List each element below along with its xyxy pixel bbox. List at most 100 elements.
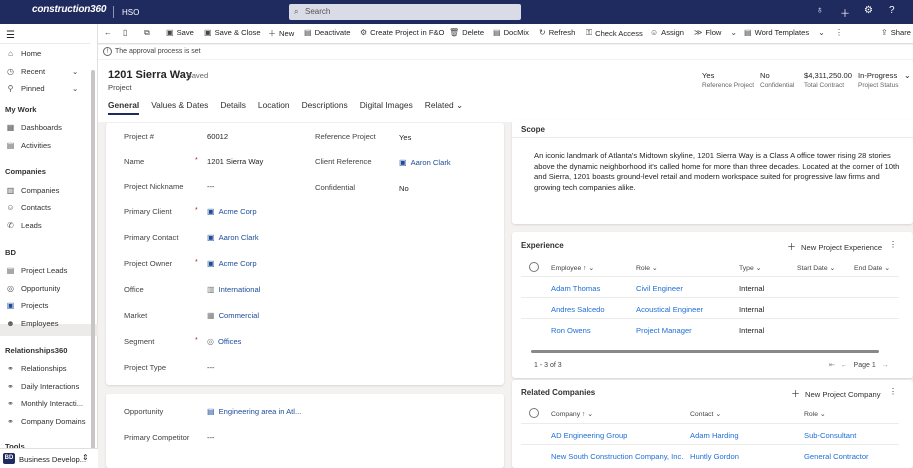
deactivate-button[interactable]: ▤ Deactivate [304,28,350,37]
employee-link[interactable]: Andres Salcedo [551,305,605,314]
nav-recent[interactable]: ◷ Recent ⌄ [6,67,78,76]
segment-lookup[interactable]: ◎ Offices [207,337,241,346]
nav-activities[interactable]: ▤ Activities [6,141,51,150]
column-header-start-date[interactable]: Start Date ⌄ [797,264,835,272]
new-project-company-button[interactable]: ＋ New Project Company [791,387,881,400]
nav-companies[interactable]: ▥ Companies [6,186,60,195]
nav-project-leads[interactable]: ▤ Project Leads [6,266,68,275]
nav-pinned[interactable]: ⚲ Pinned ⌄ [6,84,79,93]
project-owner-lookup[interactable]: ▣ Acme Corp [207,259,257,268]
form-view-button[interactable]: ▯ [123,28,127,37]
area-switcher[interactable]: BD Business Develop... ⇕ [0,448,98,468]
office-lookup[interactable]: ▥ International [207,285,260,294]
check-access-button[interactable]: ⚿ Check Access [586,28,643,38]
nav-contacts[interactable]: ☺ Contacts [6,203,51,212]
more-icon[interactable]: ⋮ [889,240,897,249]
open-new-window-button[interactable]: ⧉ [144,28,150,38]
nav-daily-interactions[interactable]: ⚭ Daily Interactions [6,382,79,391]
tab-general[interactable]: General [108,100,140,115]
employee-link[interactable]: Ron Owens [551,326,591,335]
nav-employees[interactable]: ☻ Employees [6,319,58,328]
nav-leads[interactable]: ✆ Leads [6,221,42,230]
required-indicator: * [195,259,198,266]
plus-icon[interactable]: ＋ [840,5,850,20]
nav-relationships[interactable]: ⚭ Relationships [6,364,66,373]
tab-details[interactable]: Details [220,100,246,110]
primary-client-lookup[interactable]: ▣ Acme Corp [207,207,257,216]
new-project-experience-button[interactable]: ＋ New Project Experience [787,240,882,253]
column-header-role[interactable]: Role ⌄ [804,410,826,418]
word-templates-button[interactable]: ▤ Word Templates ⌄ [744,28,825,37]
client-reference-lookup[interactable]: ▣ Aaron Clark [399,158,451,167]
clock-icon: ◷ [7,67,14,76]
delete-button[interactable]: 🗑 Delete [449,28,484,37]
assign-button[interactable]: ☺ Assign [650,28,684,37]
column-header-type[interactable]: Type ⌄ [739,264,761,272]
employee-link[interactable]: Adam Thomas [551,284,600,293]
flow-button[interactable]: ≫ Flow ⌄ [694,28,737,37]
tab-descriptions[interactable]: Descriptions [302,100,348,110]
role-link[interactable]: Acoustical Engineer [636,305,703,314]
opportunity-lookup[interactable]: ▤ Engineering area in Atl... [207,407,301,416]
column-header-contact[interactable]: Contact ⌄ [690,410,721,418]
primary-competitor-field[interactable]: --- [207,433,215,442]
project-number-field[interactable]: 60012 [207,132,228,141]
hamburger-icon[interactable]: ☰ [6,30,15,41]
more-icon[interactable]: ⋮ [889,387,897,396]
market-lookup[interactable]: ▦ Commercial [207,311,259,320]
primary-contact-lookup[interactable]: ▣ Aaron Clark [207,233,259,242]
nav-monthly-interactions[interactable]: ⚭ Monthly Interacti... [6,399,83,408]
role-link[interactable]: Project Manager [636,326,692,335]
contact-link[interactable]: Huntly Gordon [690,452,739,461]
reference-project-field[interactable]: Yes [399,133,411,142]
column-header-employee[interactable]: Employee ↑ ⌄ [551,264,594,272]
create-project-fo-button[interactable]: ⚙ Create Project in F&O [360,28,444,37]
tab-location[interactable]: Location [258,100,290,110]
save-button[interactable]: ▣ Save [166,28,194,37]
column-header-role[interactable]: Role ⌄ [636,264,658,272]
column-header-company[interactable]: Company ↑ ⌄ [551,410,593,418]
company-link[interactable]: AD Engineering Group [551,431,627,440]
confidential-field[interactable]: No [399,184,409,193]
select-all-checkbox[interactable] [529,408,539,418]
nav-scrollbar[interactable] [91,70,95,464]
record-title: 1201 Sierra Way [108,69,192,81]
nav-home[interactable]: ⌂ Home [6,49,41,58]
more-commands-button[interactable]: ⋮ [835,28,843,37]
lightbulb-icon[interactable]: ♁ [816,5,824,16]
contact-icon: ☺ [6,203,15,212]
gear-icon[interactable]: ⚙ [864,5,873,16]
field-label: Client Reference [315,157,372,166]
tab-digital-images[interactable]: Digital Images [360,100,413,110]
column-header-end-date[interactable]: End Date ⌄ [854,264,890,272]
nav-dashboards[interactable]: ▦ Dashboards [6,123,62,132]
project-type-field[interactable]: --- [207,363,215,372]
related-companies-title: Related Companies [521,388,596,397]
share-button[interactable]: ⇪ Share [881,28,911,37]
save-close-button[interactable]: ▣ Save & Close [204,28,261,37]
select-all-checkbox[interactable] [529,262,539,272]
new-button[interactable]: ＋ New [268,28,294,39]
role-link[interactable]: Sub-Consultant [804,431,856,440]
contact-link[interactable]: Adam Harding [690,431,739,440]
help-icon[interactable]: ? [889,5,895,16]
search-input[interactable]: ⌕ Search [289,4,521,20]
tab-related[interactable]: Related ⌄ [425,100,463,110]
role-link[interactable]: General Contractor [804,452,869,461]
tab-values-dates[interactable]: Values & Dates [151,100,208,110]
nav-opportunity[interactable]: ◎ Opportunity [6,284,60,293]
pagination-controls[interactable]: ⇤ ← Page 1 → [829,361,889,369]
scope-text[interactable]: An iconic landmark of Atlanta's Midtown … [534,151,902,193]
back-button[interactable]: ← [104,28,112,37]
horizontal-scrollbar[interactable] [531,350,879,353]
company-link[interactable]: New South Construction Company, Inc. [551,452,683,461]
chevron-down-icon[interactable]: ⌄ [904,71,911,80]
nav-projects[interactable]: ▣ Projects [6,301,49,310]
nickname-field[interactable]: --- [207,182,215,191]
role-link[interactable]: Civil Engineer [636,284,683,293]
refresh-button[interactable]: ↻ Refresh [539,28,575,37]
nav-company-domains[interactable]: ⚭ Company Domains [6,417,85,426]
name-field[interactable]: 1201 Sierra Way [207,157,263,166]
docmix-button[interactable]: ▤ DocMix [493,28,529,37]
record-tabs: General Values & Dates Details Location … [108,100,463,115]
